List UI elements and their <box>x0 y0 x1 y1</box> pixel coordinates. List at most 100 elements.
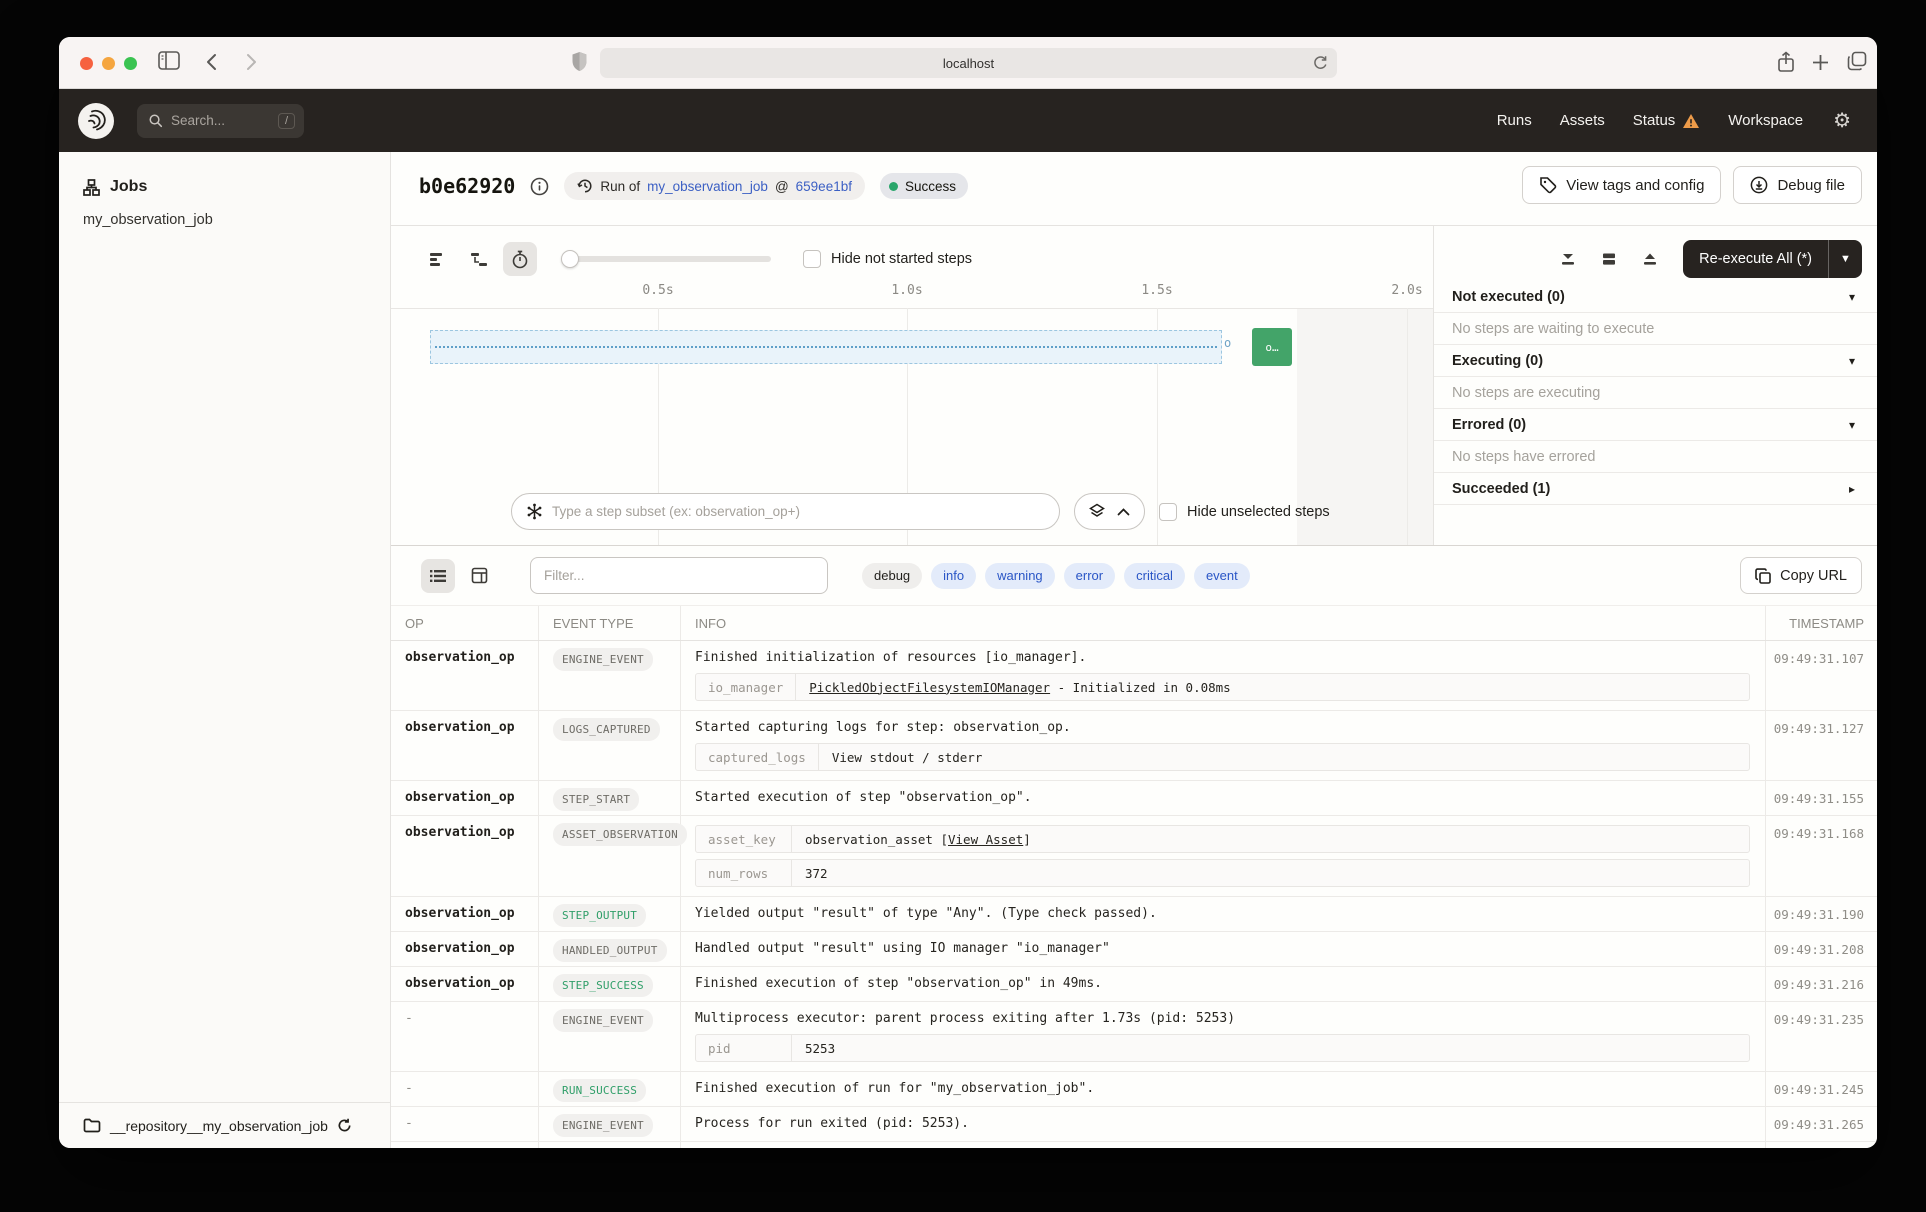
status-section-header[interactable]: Errored (0) ▾ <box>1434 409 1877 441</box>
log-event-type-badge: STEP_SUCCESS <box>553 974 653 997</box>
step-subset-input[interactable]: Type a step subset (ex: observation_op+) <box>511 493 1060 530</box>
column-header-timestamp: TIMESTAMP <box>1765 606 1877 640</box>
log-level-pill-info[interactable]: info <box>931 563 976 589</box>
metadata-key: pid <box>696 1035 792 1061</box>
run-of-pill: Run of my_observation_job @ 659ee1bf <box>564 172 865 200</box>
settings-gear-icon[interactable]: ⚙ <box>1833 111 1851 131</box>
chevron-up-icon[interactable] <box>1117 508 1130 516</box>
back-icon[interactable] <box>206 53 217 71</box>
hide-unselected-checkbox[interactable] <box>1159 503 1177 521</box>
status-section-header[interactable]: Executing (0) ▾ <box>1434 345 1877 377</box>
address-bar[interactable]: localhost <box>600 48 1337 78</box>
log-timestamp: 09:49:31.168 <box>1765 816 1877 896</box>
log-event-type-badge: ENGINE_EVENT <box>553 1009 653 1032</box>
metadata-link[interactable]: View Asset <box>948 832 1023 847</box>
new-tab-icon[interactable] <box>1812 54 1829 71</box>
sidebar-title: Jobs <box>110 178 147 196</box>
folder-icon <box>83 1118 101 1133</box>
log-table-header: OP EVENT TYPE INFO TIMESTAMP <box>391 606 1877 641</box>
app-navbar: Search... / Runs Assets Status Workspace… <box>59 89 1877 152</box>
step-waiting-band <box>430 330 1222 364</box>
chevron-icon: ▾ <box>1849 354 1855 368</box>
tab-overview-icon[interactable] <box>1847 51 1867 71</box>
log-timestamp: 09:49:31.265 <box>1765 1107 1877 1141</box>
hide-unselected-toggle[interactable]: Hide unselected steps <box>1159 503 1330 521</box>
refresh-icon[interactable] <box>337 1118 352 1133</box>
log-event-type-badge: LOGS_CAPTURED <box>553 718 660 741</box>
gantt-chart: 0.5s 1.0s 1.5s 2.0s o o… <box>391 225 1433 545</box>
log-op: observation_op <box>405 906 515 921</box>
log-level-pill-event[interactable]: event <box>1194 563 1250 589</box>
column-header-info: INFO <box>681 606 1765 640</box>
log-table-row[interactable]: observation_op ENGINE_EVENT Finished ini… <box>391 641 1877 711</box>
log-timestamp: 09:49:31.235 <box>1765 1002 1877 1071</box>
log-table-row[interactable]: - ENGINE_EVENT Multiprocess executor: pa… <box>391 1002 1877 1072</box>
zoom-window-button[interactable] <box>124 57 137 70</box>
metadata-link[interactable]: PickledObjectFilesystemIOManager <box>809 680 1050 695</box>
log-level-pill-error[interactable]: error <box>1064 563 1115 589</box>
log-filter-input[interactable]: Filter... <box>530 557 828 594</box>
copy-url-button[interactable]: Copy URL <box>1740 557 1862 594</box>
share-icon[interactable] <box>1777 51 1795 73</box>
graph-query-toolbar[interactable] <box>1074 493 1145 530</box>
log-table-row[interactable]: observation_op LOGS_CAPTURED Started cap… <box>391 711 1877 781</box>
tag-icon <box>1539 176 1557 194</box>
gantt-step-observation-op[interactable]: o… <box>1252 328 1292 366</box>
log-op: observation_op <box>405 825 515 840</box>
dagster-logo[interactable] <box>78 103 114 139</box>
screen: localhost Search... / Runs Asset <box>0 0 1926 1212</box>
nav-status[interactable]: Status <box>1633 112 1701 129</box>
sidebar-toggle-icon[interactable] <box>158 51 180 70</box>
nav-workspace[interactable]: Workspace <box>1728 112 1803 129</box>
log-table-row[interactable]: - RUN_SUCCESS Finished execution of run … <box>391 1072 1877 1107</box>
minimize-window-button[interactable] <box>102 57 115 70</box>
reload-icon[interactable] <box>1313 55 1328 71</box>
status-section-header[interactable]: Succeeded (1) ▸ <box>1434 473 1877 505</box>
commit-link[interactable]: 659ee1bf <box>796 179 852 194</box>
log-table-row[interactable]: observation_op STEP_SUCCESS Finished exe… <box>391 967 1877 1002</box>
log-info-text: Finished initialization of resources [io… <box>695 650 1750 666</box>
close-window-button[interactable] <box>80 57 93 70</box>
global-search-input[interactable]: Search... / <box>137 104 304 138</box>
status-section-header[interactable]: Not executed (0) ▾ <box>1434 281 1877 313</box>
log-table-row[interactable]: observation_op STEP_START Started execut… <box>391 781 1877 816</box>
column-header-event-type: EVENT TYPE <box>539 606 681 640</box>
log-table-row[interactable]: - ENGINE_EVENT Process for run exited (p… <box>391 1107 1877 1142</box>
metadata-key: num_rows <box>696 860 792 886</box>
log-level-pill-debug[interactable]: debug <box>862 563 922 589</box>
forward-icon[interactable] <box>246 53 257 71</box>
divider <box>391 308 1433 309</box>
nav-runs[interactable]: Runs <box>1497 112 1532 129</box>
log-list-view-icon[interactable] <box>421 559 455 593</box>
success-dot <box>889 182 898 191</box>
log-info-text: Started execution of step "observation_o… <box>695 790 1750 806</box>
info-icon[interactable] <box>530 177 549 196</box>
time-tick: 1.0s <box>891 283 922 298</box>
time-tick: 2.0s <box>1391 283 1422 298</box>
nav-assets[interactable]: Assets <box>1560 112 1605 129</box>
op-selector-icon <box>526 503 543 520</box>
time-tick: 0.5s <box>642 283 673 298</box>
log-info-text: Process for run exited (pid: 5253). <box>695 1116 1750 1132</box>
shield-icon[interactable] <box>571 51 588 72</box>
log-op: observation_op <box>405 650 515 665</box>
log-level-pill-warning[interactable]: warning <box>985 563 1055 589</box>
debug-file-button[interactable]: Debug file <box>1733 166 1862 204</box>
jobs-icon <box>83 179 100 196</box>
log-level-pill-critical[interactable]: critical <box>1124 563 1185 589</box>
step-dependency-marker: o <box>1224 336 1231 350</box>
log-structured-view-icon[interactable] <box>462 559 496 593</box>
event-metadata-row: asset_keyobservation_asset [View Asset] <box>695 825 1750 853</box>
download-icon <box>1750 176 1768 194</box>
job-link[interactable]: my_observation_job <box>647 179 768 194</box>
log-op: observation_op <box>405 976 515 991</box>
log-op: observation_op <box>405 790 515 805</box>
log-op: - <box>405 1011 413 1026</box>
log-table-row[interactable]: observation_op ASSET_OBSERVATION asset_k… <box>391 816 1877 897</box>
log-table-row[interactable]: observation_op HANDLED_OUTPUT Handled ou… <box>391 932 1877 967</box>
view-tags-config-button[interactable]: View tags and config <box>1522 166 1721 204</box>
sidebar-item-job[interactable]: my_observation_job <box>59 212 390 228</box>
repository-row[interactable]: __repository__my_observation_job <box>59 1102 390 1148</box>
log-op: observation_op <box>405 941 515 956</box>
log-table-row[interactable]: observation_op STEP_OUTPUT Yielded outpu… <box>391 897 1877 932</box>
